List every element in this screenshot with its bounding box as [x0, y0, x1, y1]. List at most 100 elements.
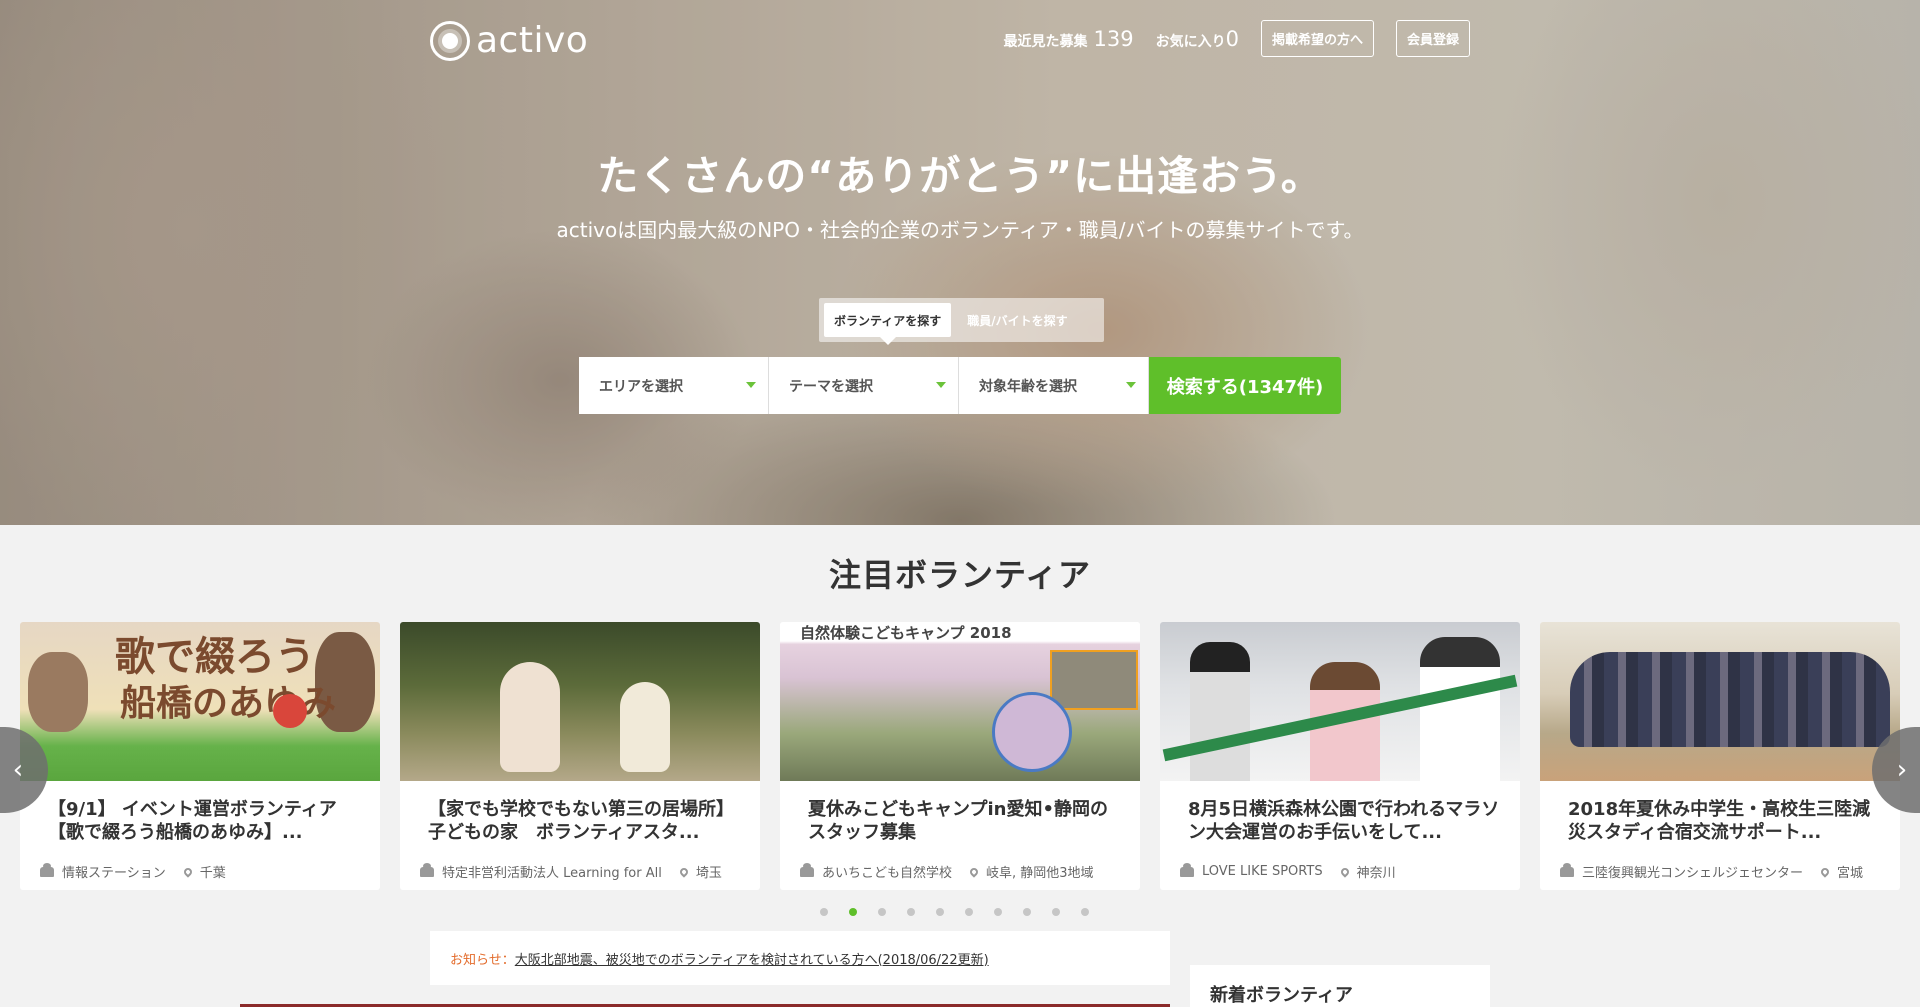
hero-headline: たくさんの“ありがとう”に出逢おう。: [597, 152, 1323, 200]
site-logo[interactable]: activo: [430, 20, 588, 61]
card-image: 自然体験こどもキャンプ 2018: [780, 622, 1140, 781]
volunteer-card[interactable]: 自然体験こどもキャンプ 2018 夏休みこどもキャンプin愛知•静岡のスタッフ募…: [780, 622, 1140, 890]
location-pin-icon: [182, 865, 194, 878]
performer-figure: [28, 652, 88, 732]
favorites-count: 0: [1225, 26, 1239, 51]
card-location: 千葉: [199, 866, 226, 881]
notice-separator: ：: [501, 952, 515, 968]
featured-section-title: 注目ボランティア: [828, 556, 1092, 594]
volunteer-card[interactable]: 【家でも学校でもない第三の居場所】子どもの家 ボランティアスタ... 特定非営利…: [400, 622, 760, 890]
pagination-dot[interactable]: [965, 908, 973, 916]
pagination-dot[interactable]: [994, 908, 1002, 916]
card-organization: 三陸復興観光コンシェルジェセンター: [1582, 866, 1804, 881]
theme-select-label: テーマを選択: [789, 378, 873, 395]
card-meta: あいちこども自然学校 岐阜, 静岡他3地域: [780, 854, 1140, 881]
inset-circle-photo: [992, 692, 1072, 772]
organization-icon: [40, 862, 54, 877]
tab-volunteer[interactable]: ボランティアを探す: [824, 303, 952, 345]
location-pin-icon: [678, 865, 690, 878]
runner-figure: [1420, 637, 1500, 781]
chevron-down-icon: [936, 382, 946, 388]
age-select-label: 対象年齢を選択: [979, 378, 1077, 395]
location-pin-icon: [968, 865, 980, 878]
hero-subline: activoは国内最大級のNPO・社会的企業のボランティア・職員/バイトの募集サ…: [556, 218, 1364, 242]
card-meta: 特定非営利活動法人 Learning for All 埼玉: [400, 854, 760, 881]
card-meta: 三陸復興観光コンシェルジェセンター 宮城: [1540, 854, 1900, 881]
notice-label: お知らせ: [450, 952, 502, 968]
pagination-dot[interactable]: [1081, 908, 1089, 916]
chevron-down-icon: [746, 382, 756, 388]
card-title: 8月5日横浜森林公園で行われるマラソン大会運営のお手伝いをして...: [1188, 799, 1500, 843]
volunteer-card[interactable]: 2018年夏休み中学生・高校生三陸減災スタディ合宿交流サポート... 三陸復興観…: [1540, 622, 1900, 890]
search-tabs: ボランティアを探す 職員/バイトを探す: [819, 298, 1104, 345]
pagination-dot[interactable]: [936, 908, 944, 916]
pagination-dot[interactable]: [907, 908, 915, 916]
carousel-pagination: [820, 908, 1089, 916]
card-title: 夏休みこどもキャンプin愛知•静岡のスタッフ募集: [808, 799, 1108, 843]
pagination-dot[interactable]: [849, 908, 857, 916]
favorites-link[interactable]: お気に入り0: [1156, 27, 1239, 51]
new-volunteer-title: 新着ボランティア: [1210, 985, 1353, 1006]
area-select[interactable]: エリアを選択: [579, 357, 769, 414]
card-meta: 情報ステーション 千葉: [20, 854, 380, 881]
card-title: 2018年夏休み中学生・高校生三陸減災スタディ合宿交流サポート...: [1568, 799, 1871, 843]
search-button[interactable]: 検索する(1347件): [1149, 357, 1341, 414]
child-figure: [500, 662, 560, 772]
card-image: [1540, 622, 1900, 781]
top-navigation: 最近見た募集 139 お気に入り0 掲載希望の方へ 会員登録: [1004, 20, 1470, 57]
card-organization: 特定非営利活動法人 Learning for All: [442, 866, 662, 881]
logo-text: activo: [476, 20, 589, 61]
organization-icon: [420, 862, 434, 877]
search-bar: エリアを選択 テーマを選択 対象年齢を選択 検索する(1347件): [579, 357, 1341, 414]
pagination-dot[interactable]: [1023, 908, 1031, 916]
organization-icon: [800, 862, 814, 877]
card-image: [1160, 622, 1520, 781]
inset-photo: [1050, 650, 1138, 710]
card-organization: あいちこども自然学校: [822, 866, 953, 881]
chevron-right-icon: ›: [1896, 755, 1908, 785]
badge-icon: [273, 694, 307, 728]
runner-figure: [1190, 642, 1250, 781]
volunteer-card[interactable]: 8月5日横浜森林公園で行われるマラソン大会運営のお手伝いをして... LOVE …: [1160, 622, 1520, 890]
chevron-down-icon: [1126, 382, 1136, 388]
recent-viewed-count: 139: [1093, 26, 1134, 51]
favorites-label: お気に入り: [1155, 33, 1226, 50]
location-pin-icon: [1338, 865, 1351, 878]
publish-info-button[interactable]: 掲載希望の方へ: [1260, 20, 1374, 57]
pagination-dot[interactable]: [820, 908, 828, 916]
theme-select[interactable]: テーマを選択: [769, 357, 959, 414]
hero-section: activo 最近見た募集 139 お気に入り0 掲載希望の方へ 会員登録 たくさ…: [0, 0, 1920, 525]
pagination-dot[interactable]: [878, 908, 886, 916]
age-select[interactable]: 対象年齢を選択: [959, 357, 1149, 414]
card-location: 神奈川: [1356, 866, 1396, 881]
volunteer-card[interactable]: 歌で綴ろう 船橋のあゆみ 【9/1】 イベント運営ボランティア【歌で綴ろう船橋の…: [20, 622, 380, 890]
area-select-label: エリアを選択: [599, 378, 683, 395]
notice-bar: お知らせ ： 大阪北部地震、被災地でのボランティアを検討されている方へ(2018…: [430, 931, 1170, 985]
location-pin-icon: [1819, 865, 1831, 878]
card-organization: LOVE LIKE SPORTS: [1202, 864, 1323, 879]
register-button[interactable]: 会員登録: [1395, 20, 1470, 57]
card-image: 歌で綴ろう 船橋のあゆみ: [20, 622, 380, 781]
notice-link[interactable]: 大阪北部地震、被災地でのボランティアを検討されている方へ(2018/06/22更…: [515, 949, 989, 968]
tab-job[interactable]: 職員/バイトを探す: [957, 303, 1077, 337]
card-image-text: 自然体験こどもキャンプ 2018: [800, 624, 1012, 642]
card-title: 【9/1】 イベント運営ボランティア【歌で綴ろう船橋のあゆみ】...: [48, 799, 337, 843]
card-location: 宮城: [1837, 866, 1864, 881]
organization-icon: [1560, 862, 1574, 877]
organization-icon: [1180, 862, 1194, 877]
logo-icon: [430, 20, 470, 61]
group-photo: [1570, 652, 1890, 747]
card-image: [400, 622, 760, 781]
recent-viewed-label: 最近見た募集: [1003, 33, 1088, 50]
card-location: 埼玉: [695, 866, 722, 881]
featured-carousel: 歌で綴ろう 船橋のあゆみ 【9/1】 イベント運営ボランティア【歌で綴ろう船橋の…: [20, 622, 1900, 890]
chevron-left-icon: ‹: [12, 755, 24, 785]
card-location: 岐阜, 静岡他3地域: [986, 866, 1094, 881]
child-figure: [620, 682, 670, 772]
new-volunteer-box: 新着ボランティア: [1190, 965, 1490, 1007]
card-meta: LOVE LIKE SPORTS 神奈川: [1160, 854, 1520, 881]
card-title: 【家でも学校でもない第三の居場所】子どもの家 ボランティアスタ...: [428, 799, 734, 843]
card-organization: 情報ステーション: [62, 866, 166, 881]
pagination-dot[interactable]: [1052, 908, 1060, 916]
recent-viewed-link[interactable]: 最近見た募集 139: [1004, 27, 1134, 51]
